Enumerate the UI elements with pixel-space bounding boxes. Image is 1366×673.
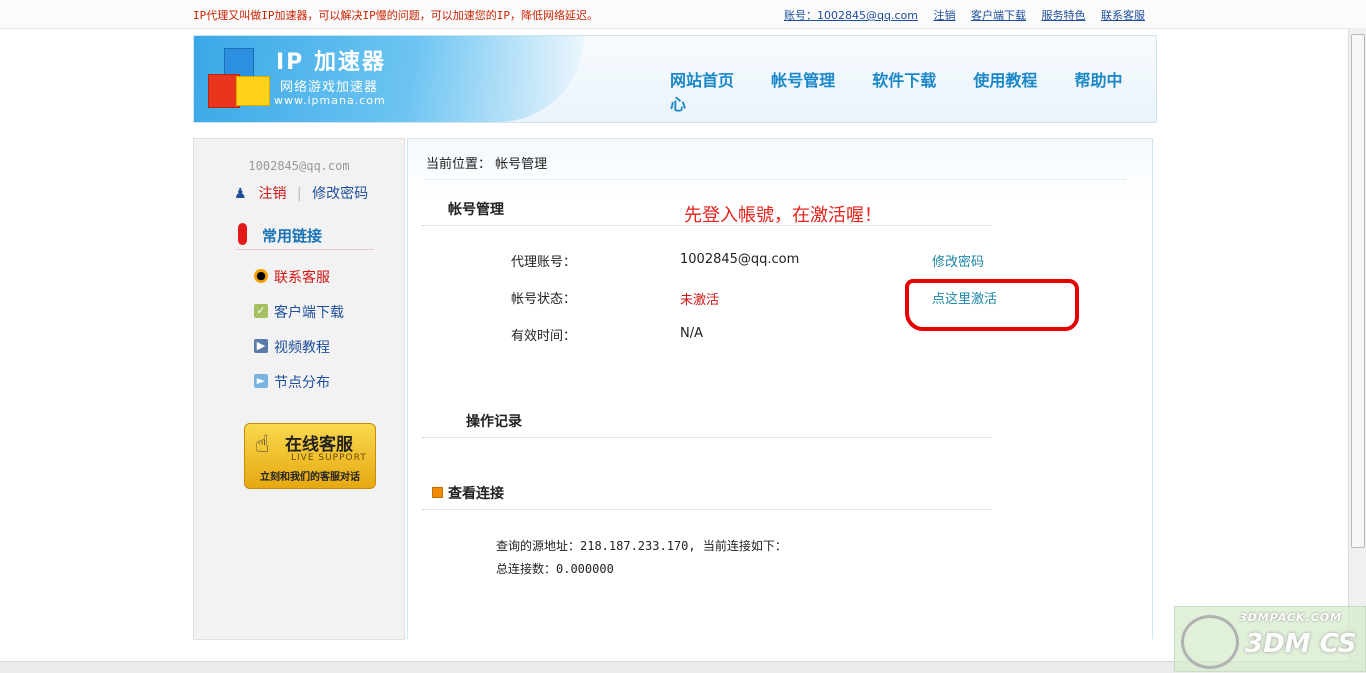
change-password-link[interactable]: 修改密码 bbox=[932, 251, 984, 270]
live-support-caption: 立刻和我们的客服对话 bbox=[260, 472, 360, 483]
vertical-scrollbar[interactable] bbox=[1348, 28, 1366, 662]
download-icon: ✓ bbox=[254, 304, 268, 318]
node-icon: ► bbox=[254, 374, 268, 388]
sidebar-link-video-tutorial[interactable]: ▶ 视频教程 bbox=[254, 337, 344, 372]
sidebar-user-actions: ♟ 注销 | 修改密码 bbox=[234, 183, 368, 203]
logo-cubes-icon[interactable] bbox=[206, 48, 270, 110]
nav-home[interactable]: 网站首页 bbox=[670, 71, 734, 90]
proxy-account-label: 代理账号： bbox=[511, 255, 577, 270]
view-connections-title: 查看连接 bbox=[448, 486, 504, 502]
sidebar-change-password-link[interactable]: 修改密码 bbox=[312, 186, 368, 202]
common-links-title: 常用链接 bbox=[262, 227, 323, 245]
top-logout-link[interactable]: 注销 bbox=[933, 9, 955, 22]
top-bar: IP代理又叫做IP加速器，可以解决IP慢的问题，可以加速您的IP，降低网络延迟。… bbox=[0, 0, 1366, 29]
orange-square-icon bbox=[432, 487, 443, 498]
account-section-title: 帐号管理 bbox=[448, 202, 504, 218]
sidebar-link-label[interactable]: 客户端下载 bbox=[274, 302, 344, 322]
logo-title: IP 加速器 bbox=[276, 50, 386, 75]
total-connections-text: 总连接数：0.000000 bbox=[496, 562, 614, 576]
top-contact-support-link[interactable]: 联系客服 bbox=[1101, 9, 1145, 22]
watermark-title: 3DM CS bbox=[1245, 629, 1357, 659]
common-links-list: ● 联系客服 ✓ 客户端下载 ▶ 视频教程 ► 节点分布 bbox=[254, 267, 344, 407]
site-tagline: IP代理又叫做IP加速器，可以解决IP慢的问题，可以加速您的IP，降低网络延迟。 bbox=[193, 9, 598, 22]
live-support-subtitle: LIVE SUPPORT bbox=[291, 453, 367, 463]
source-address-line: 查询的源地址：218.187.233.170, 当前连接如下： bbox=[496, 537, 787, 554]
red-pill-icon bbox=[238, 223, 247, 245]
main-content: 当前位置： 帐号管理 帐号管理 先登入帳號，在激活喔！ 代理账号： 100284… bbox=[407, 138, 1153, 639]
nav-account-management[interactable]: 帐号管理 bbox=[771, 71, 835, 90]
live-support-title: 在线客服 bbox=[285, 435, 353, 455]
horizontal-scrollbar[interactable] bbox=[0, 661, 1366, 673]
top-account-link[interactable]: 账号：1002845@qq.com bbox=[784, 9, 918, 22]
sidebar-link-label[interactable]: 节点分布 bbox=[274, 372, 330, 392]
section-divider bbox=[422, 437, 992, 438]
common-links-heading: 常用链接 bbox=[236, 223, 374, 250]
nav-tutorials[interactable]: 使用教程 bbox=[973, 71, 1037, 90]
sidebar-link-contact[interactable]: ● 联系客服 bbox=[254, 267, 344, 302]
watermark-url: 3DMPACK.COM bbox=[1239, 611, 1343, 624]
annotation-text: 先登入帳號，在激活喔！ bbox=[684, 205, 882, 226]
live-support-button[interactable]: ☝ 在线客服 LIVE SUPPORT 立刻和我们的客服对话 bbox=[244, 423, 376, 489]
total-connections-line: 总连接数：0.000000 bbox=[496, 560, 614, 577]
source-address-text: 查询的源地址：218.187.233.170, 当前连接如下： bbox=[496, 539, 787, 553]
sidebar-logout-link[interactable]: 注销 bbox=[258, 186, 286, 202]
sidebar-link-client-download[interactable]: ✓ 客户端下载 bbox=[254, 302, 344, 337]
vertical-scrollbar-thumb[interactable] bbox=[1351, 34, 1365, 548]
proxy-account-value: 1002845@qq.com bbox=[680, 252, 800, 267]
logo-url: www.ipmana.com bbox=[274, 94, 386, 107]
sidebar: 1002845@qq.com ♟ 注销 | 修改密码 常用链接 ● 联系客服 ✓… bbox=[193, 138, 405, 640]
user-icon: ♟ bbox=[234, 186, 247, 202]
valid-time-label: 有效时间： bbox=[511, 329, 577, 344]
watermark-logo-icon bbox=[1181, 615, 1239, 669]
valid-time-value: N/A bbox=[680, 326, 703, 341]
account-status-value: 未激活 bbox=[680, 293, 720, 308]
top-service-features-link[interactable]: 服务特色 bbox=[1041, 9, 1085, 22]
sidebar-user-email: 1002845@qq.com bbox=[248, 159, 350, 173]
main-nav: 网站首页 帐号管理 软件下载 使用教程 帮助中心 bbox=[670, 67, 1156, 115]
hand-pointer-icon: ☝ bbox=[255, 430, 270, 458]
sidebar-link-node-distribution[interactable]: ► 节点分布 bbox=[254, 372, 344, 407]
sidebar-link-label[interactable]: 联系客服 bbox=[274, 267, 330, 287]
hand-drawn-highlight bbox=[905, 279, 1079, 331]
site-watermark: 3DMPACK.COM 3DM CS bbox=[1174, 606, 1366, 672]
site-header: IP 加速器 网络游戏加速器 www.ipmana.com 网站首页 帐号管理 … bbox=[193, 35, 1157, 123]
breadcrumb: 当前位置： 帐号管理 bbox=[426, 157, 548, 172]
nav-software-download[interactable]: 软件下载 bbox=[872, 71, 936, 90]
yellow-cube bbox=[236, 76, 270, 106]
top-links: 账号：1002845@qq.com 注销 客户端下载 服务特色 联系客服 bbox=[784, 7, 1157, 23]
account-status-label: 帐号状态： bbox=[511, 292, 577, 307]
section-divider bbox=[422, 509, 992, 510]
sidebar-link-label[interactable]: 视频教程 bbox=[274, 337, 330, 357]
operation-log-title: 操作记录 bbox=[466, 414, 522, 430]
separator: | bbox=[296, 186, 302, 202]
top-client-download-link[interactable]: 客户端下载 bbox=[971, 9, 1026, 22]
video-icon: ▶ bbox=[254, 339, 268, 353]
section-divider bbox=[422, 225, 992, 226]
qq-icon: ● bbox=[254, 269, 268, 283]
breadcrumb-divider bbox=[426, 179, 1126, 180]
logo-subtitle: 网络游戏加速器 bbox=[280, 80, 379, 95]
